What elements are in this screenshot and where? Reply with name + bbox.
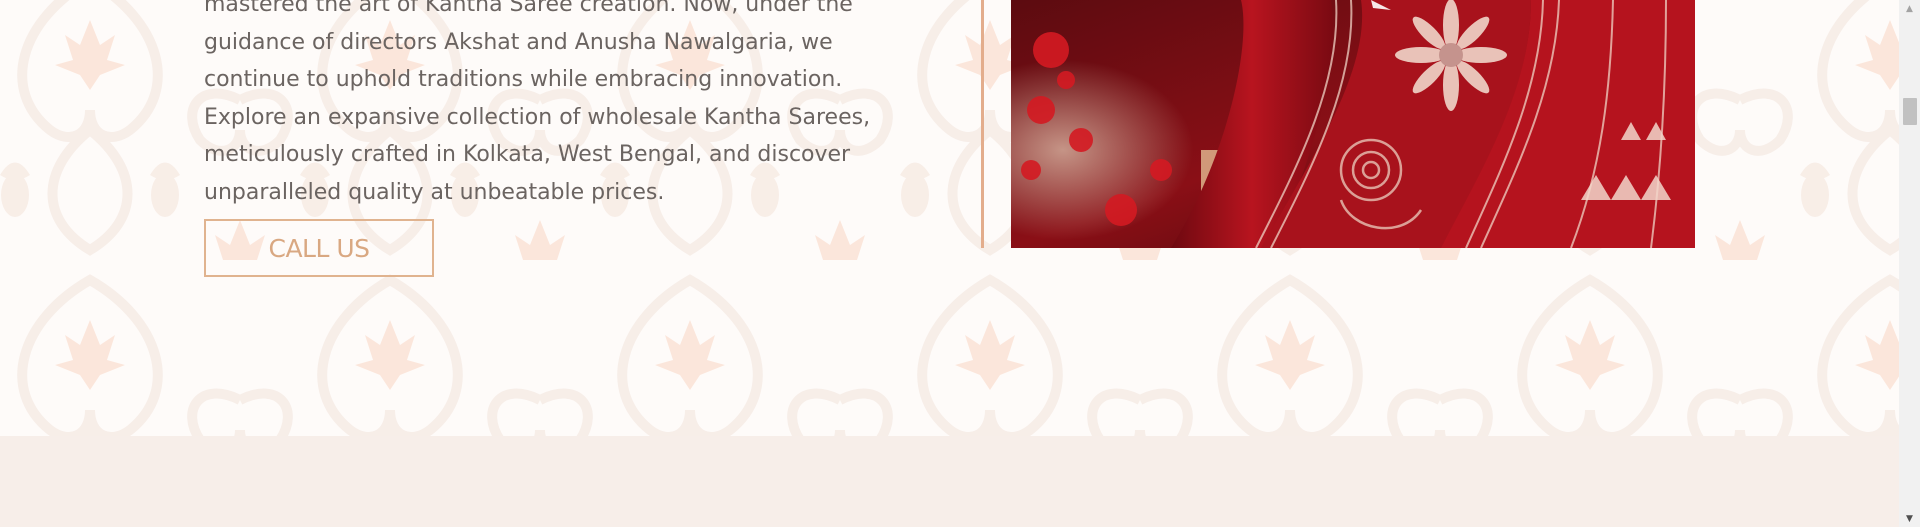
- vertical-scrollbar[interactable]: ▲ ▼: [1899, 0, 1920, 527]
- vertical-divider: [981, 0, 984, 248]
- footer-section: [0, 436, 1899, 527]
- about-paragraph: mastered the art of Kantha Saree creatio…: [204, 0, 871, 205]
- scrollbar-thumb[interactable]: [1903, 98, 1917, 125]
- call-us-button[interactable]: CALL US: [204, 219, 434, 277]
- scroll-down-arrow-icon[interactable]: ▼: [1899, 510, 1920, 527]
- kantha-saree-image: [1011, 0, 1695, 248]
- scroll-up-arrow-icon[interactable]: ▲: [1899, 0, 1920, 17]
